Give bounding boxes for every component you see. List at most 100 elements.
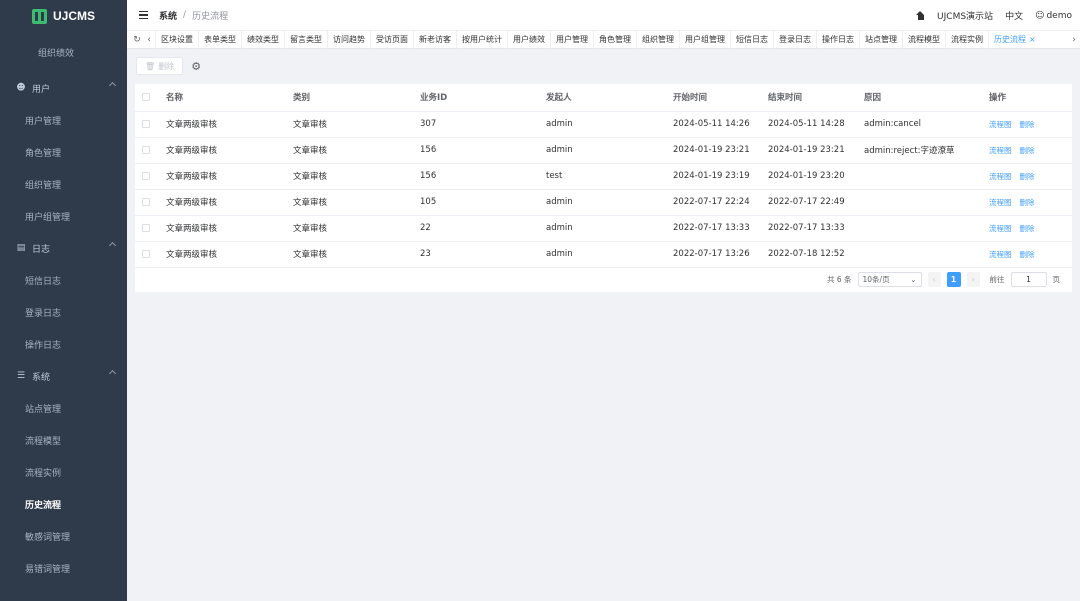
tab-label: 按用户统计 <box>462 34 502 44</box>
top-header: 系统 / 历史流程 UJCMS演示站 中文 ☺ demo <box>127 0 1080 31</box>
flowchart-link[interactable]: 流程图 <box>989 250 1012 259</box>
flowchart-link[interactable]: 流程图 <box>989 172 1012 181</box>
delete-link[interactable]: 删除 <box>1020 172 1035 181</box>
table-row[interactable]: 文章两级审核 文章审核 23 admin 2022-07-17 13:26 2022-07… <box>135 241 1072 268</box>
sidebar-item-site-management[interactable]: 站点管理 <box>0 392 127 424</box>
tab-item[interactable]: 组织管理 <box>636 30 679 49</box>
site-name-link[interactable]: UJCMS演示站 <box>937 9 993 22</box>
table-cell: 23 <box>420 241 546 268</box>
row-checkbox[interactable] <box>142 120 150 128</box>
sidebar-item-sensitive-words[interactable]: 敏感词管理 <box>0 520 127 552</box>
table-row[interactable]: 文章两级审核 文章审核 22 admin 2022-07-17 13:33 2022-07… <box>135 215 1072 242</box>
column-header[interactable]: 业务ID <box>420 84 546 112</box>
flowchart-link[interactable]: 流程图 <box>989 198 1012 207</box>
tab-item[interactable]: 操作日志 <box>816 30 859 49</box>
tab-item[interactable]: 流程模型 <box>902 30 945 49</box>
delete-link[interactable]: 删除 <box>1020 198 1035 207</box>
sidebar-group-system[interactable]: ☰ 系统 <box>0 360 127 392</box>
tab-item[interactable]: 绩效类型 <box>241 30 284 49</box>
close-icon[interactable]: × <box>1029 35 1036 44</box>
flowchart-link[interactable]: 流程图 <box>989 120 1012 129</box>
tab-item[interactable]: 用户管理 <box>550 30 593 49</box>
sidebar-item-history-process[interactable]: 历史流程 <box>0 488 127 520</box>
chevron-left-icon[interactable]: ‹ <box>143 35 155 45</box>
table-row[interactable]: 文章两级审核 文章审核 156 test 2024-01-19 23:19 2024-01… <box>135 163 1072 190</box>
tab-item[interactable]: 新老访客 <box>413 30 456 49</box>
goto-page-input[interactable]: 1 <box>1010 271 1047 287</box>
table-cell: admin <box>546 215 673 242</box>
delete-link[interactable]: 删除 <box>1020 250 1035 259</box>
tab-item[interactable]: 历史流程 × <box>988 30 1041 49</box>
column-header[interactable]: 类别 <box>293 84 420 112</box>
tab-item[interactable]: 受访页面 <box>370 30 413 49</box>
sidebar-item-process-model[interactable]: 流程模型 <box>0 424 127 456</box>
column-header[interactable]: 名称 <box>166 84 293 112</box>
column-header[interactable]: 发起人 <box>546 84 673 112</box>
sidebar-item-error-words[interactable]: 易错词管理 <box>0 552 127 584</box>
chevron-right-icon[interactable]: › <box>1068 35 1080 45</box>
tab-item[interactable]: 登录日志 <box>773 30 816 49</box>
tab-item[interactable]: 访问趋势 <box>327 30 370 49</box>
table-cell: 文章两级审核 <box>166 163 293 190</box>
sidebar-item-org-performance[interactable]: 组织绩效 <box>0 32 127 72</box>
sidebar-item-user-management[interactable]: 用户管理 <box>0 104 127 136</box>
column-header[interactable]: 开始时间 <box>673 84 768 112</box>
flowchart-link[interactable]: 流程图 <box>989 224 1012 233</box>
table-row[interactable]: 文章两级审核 文章审核 156 admin 2024-01-19 23:21 2024-0… <box>135 137 1072 164</box>
table-cell: 文章审核 <box>293 241 420 268</box>
table-cell: 文章两级审核 <box>166 111 293 138</box>
table-row[interactable]: 文章两级审核 文章审核 105 admin 2022-07-17 22:24 2022-0… <box>135 189 1072 216</box>
table-cell: 2024-05-11 14:26 <box>673 111 768 138</box>
language-switch[interactable]: 中文 <box>1005 9 1023 22</box>
operations-cell: 流程图 删除 <box>989 241 1072 268</box>
table-row[interactable]: 文章两级审核 文章审核 307 admin 2024-05-11 14:26 2024-0… <box>135 111 1072 138</box>
sidebar-item-org-management[interactable]: 组织管理 <box>0 168 127 200</box>
tab-item[interactable]: 用户组管理 <box>679 30 730 49</box>
settings-icon: ☰ <box>16 371 26 381</box>
sidebar-group-user[interactable]: ☻ 用户 <box>0 72 127 104</box>
page-number[interactable]: 1 <box>946 271 961 287</box>
delete-button[interactable]: 🗑 删除 <box>136 57 184 75</box>
tab-item[interactable]: 用户绩效 <box>507 30 550 49</box>
row-checkbox[interactable] <box>142 172 150 180</box>
delete-link[interactable]: 删除 <box>1020 224 1035 233</box>
tab-item[interactable]: 留言类型 <box>284 30 327 49</box>
page-size-select[interactable]: 10条/页 ⌄ <box>857 271 922 287</box>
row-checkbox[interactable] <box>142 198 150 206</box>
refresh-icon[interactable]: ↻ <box>131 35 143 45</box>
tab-label: 登录日志 <box>779 34 811 44</box>
home-icon[interactable] <box>916 11 925 20</box>
row-checkbox[interactable] <box>142 250 150 258</box>
user-menu[interactable]: ☺ demo <box>1035 11 1072 21</box>
delete-link[interactable]: 删除 <box>1020 120 1035 129</box>
prev-page-button[interactable]: ‹ <box>927 271 941 287</box>
tab-item[interactable]: 区块设置 <box>155 30 198 49</box>
column-header[interactable]: 结束时间 <box>768 84 864 112</box>
row-checkbox[interactable] <box>142 146 150 154</box>
select-all-checkbox[interactable] <box>142 93 150 102</box>
gear-icon[interactable]: ⚙ <box>189 59 203 73</box>
row-checkbox[interactable] <box>142 224 150 232</box>
sidebar-item-operation-log[interactable]: 操作日志 <box>0 328 127 360</box>
logo[interactable]: UJCMS <box>0 0 127 32</box>
sidebar-item-role-management[interactable]: 角色管理 <box>0 136 127 168</box>
menu-toggle-icon[interactable] <box>139 10 148 20</box>
sidebar-group-log[interactable]: ▤ 日志 <box>0 232 127 264</box>
flowchart-link[interactable]: 流程图 <box>989 146 1012 155</box>
tab-item[interactable]: 流程实例 <box>945 30 988 49</box>
delete-link[interactable]: 删除 <box>1020 146 1035 155</box>
table-cell <box>864 241 989 268</box>
tab-item[interactable]: 站点管理 <box>859 30 902 49</box>
tab-item[interactable]: 表单类型 <box>198 30 241 49</box>
column-header[interactable]: 原因 <box>864 84 989 112</box>
tab-item[interactable]: 角色管理 <box>593 30 636 49</box>
tab-item[interactable]: 按用户统计 <box>456 30 507 49</box>
next-page-button[interactable]: › <box>966 271 980 287</box>
sidebar-item-group-management[interactable]: 用户组管理 <box>0 200 127 232</box>
tab-item[interactable]: 短信日志 <box>730 30 773 49</box>
page-unit-label: 页 <box>1052 274 1061 284</box>
sidebar-item-sms-log[interactable]: 短信日志 <box>0 264 127 296</box>
sidebar-item-login-log[interactable]: 登录日志 <box>0 296 127 328</box>
table-cell: 156 <box>420 137 546 164</box>
sidebar-item-process-instance[interactable]: 流程实例 <box>0 456 127 488</box>
